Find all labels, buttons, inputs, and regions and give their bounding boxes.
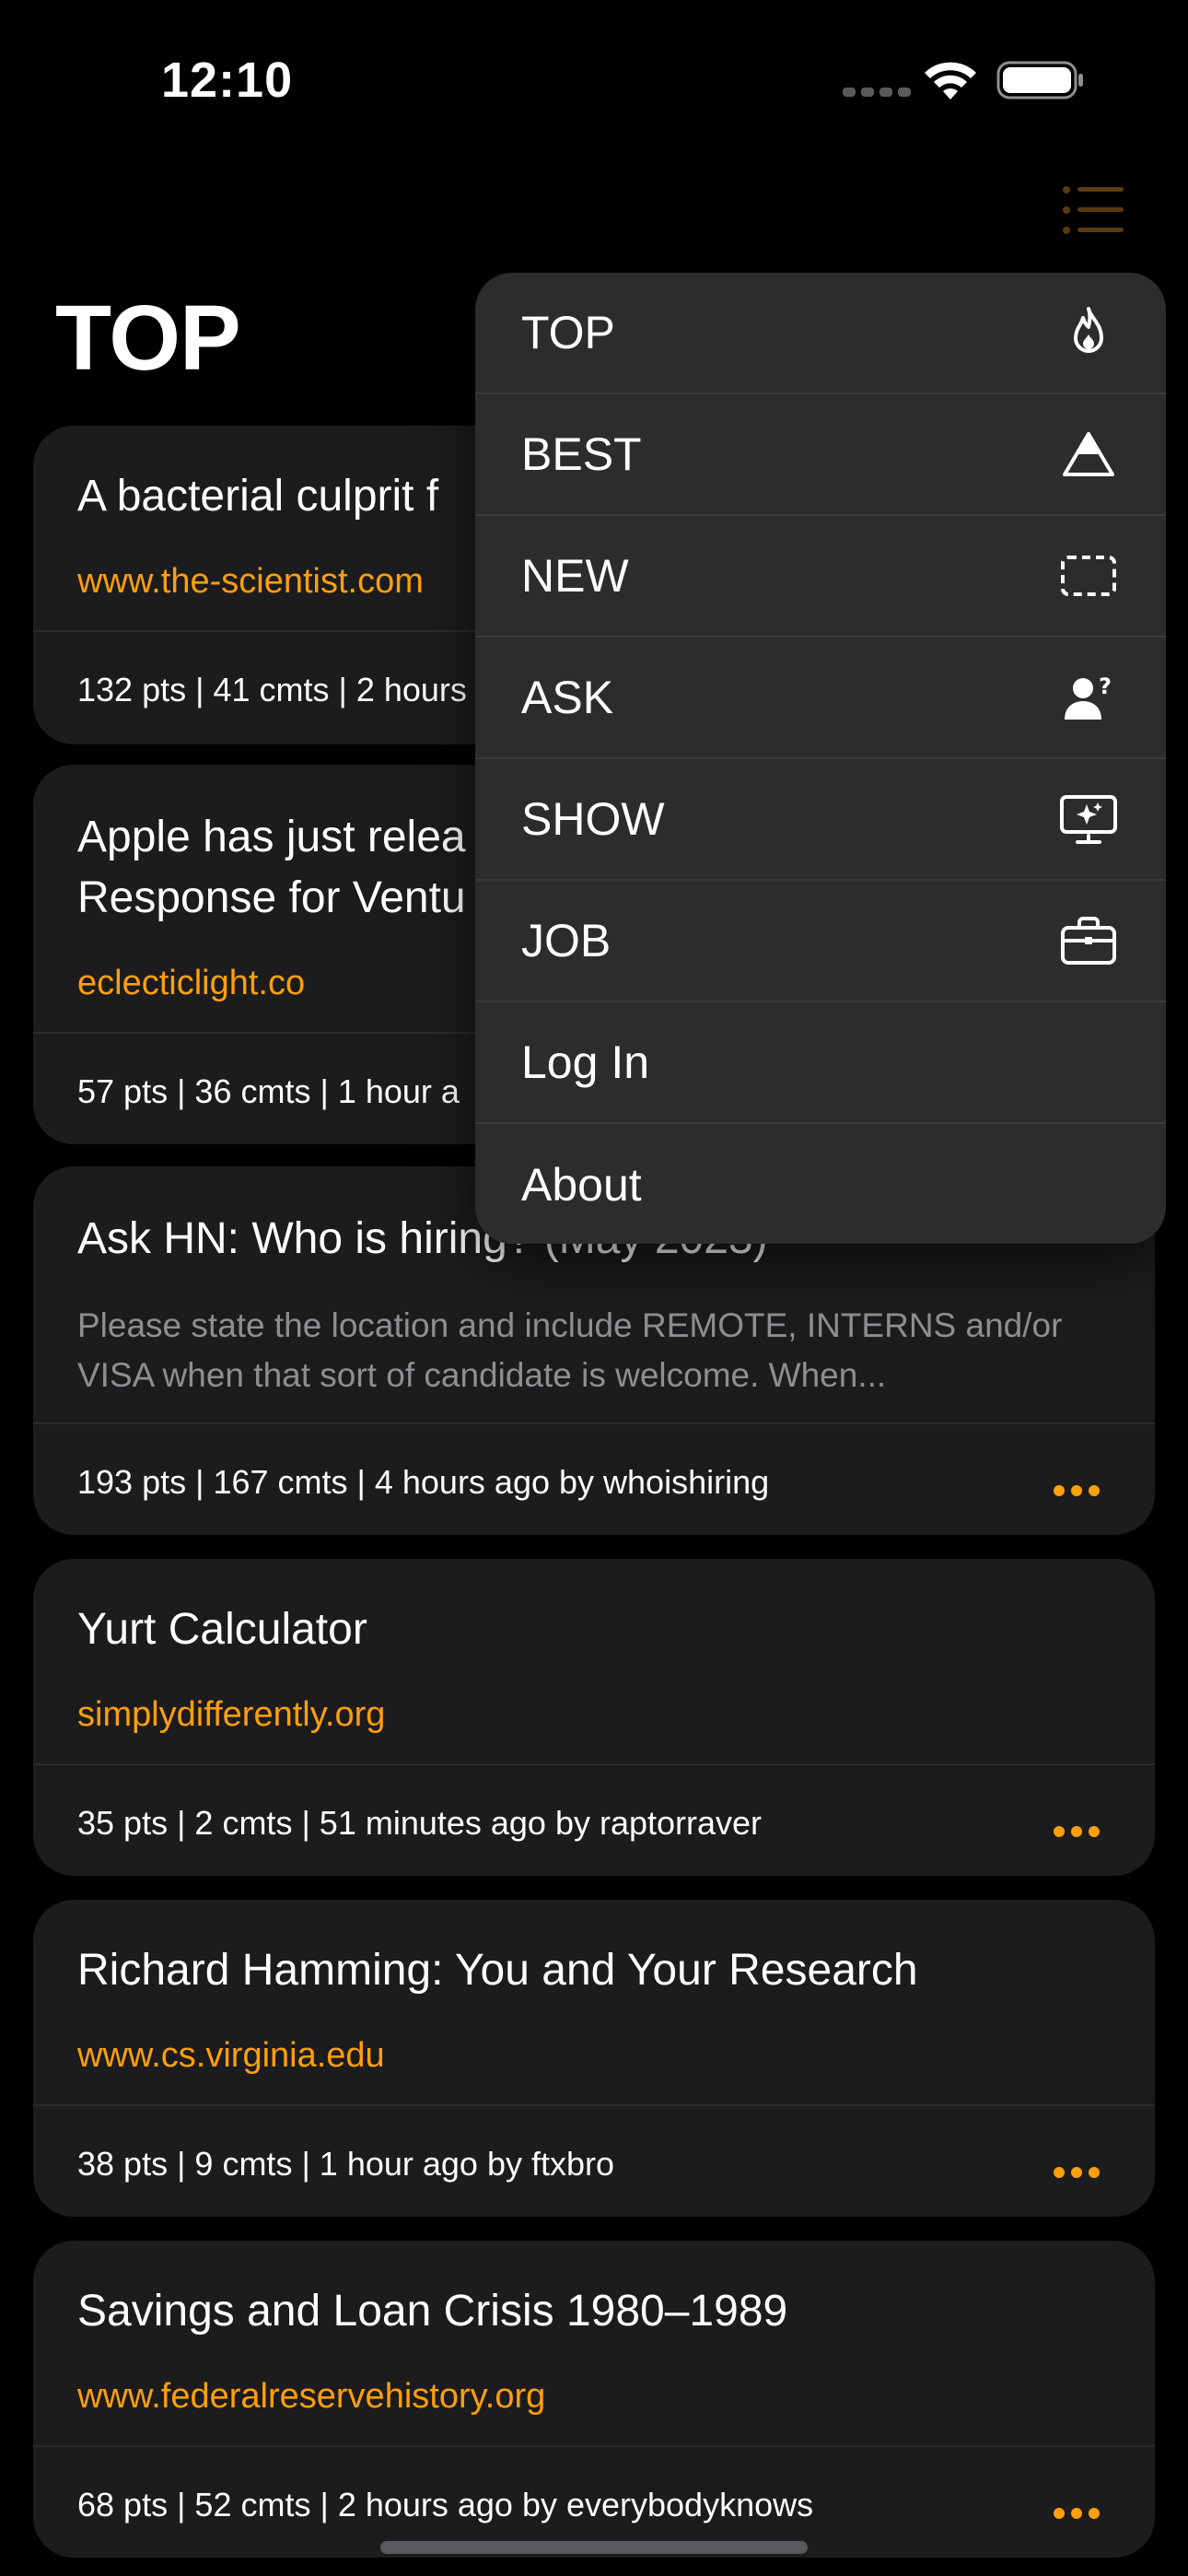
battery-icon xyxy=(996,61,1083,100)
page-title: TOP xyxy=(55,287,241,390)
more-options-icon[interactable] xyxy=(1054,2167,1100,2180)
wifi-icon xyxy=(925,62,976,100)
menu-item-label: About xyxy=(521,1159,642,1211)
card-divider xyxy=(33,2104,1155,2106)
story-card[interactable]: Savings and Loan Crisis 1980–1989 www.fe… xyxy=(33,2241,1155,2558)
story-meta: 132 pts | 41 cmts | 2 hours xyxy=(77,671,467,708)
story-meta: 57 pts | 36 cmts | 1 hour a xyxy=(77,1072,460,1110)
more-options-icon[interactable] xyxy=(1054,2508,1100,2521)
story-title: A bacterial culprit f xyxy=(77,472,439,521)
story-domain[interactable]: www.cs.virginia.edu xyxy=(77,2036,385,2076)
menu-item-job[interactable]: JOB xyxy=(475,881,1166,1002)
triangle-icon xyxy=(1063,432,1114,476)
story-title-line-1: Apple has just relea xyxy=(77,813,466,861)
story-title: Yurt Calculator xyxy=(77,1605,367,1654)
menu-item-label: ASK xyxy=(521,672,614,723)
feed-dropdown-menu: TOP BEST NEW ASK ? SHOW JOB Log In About xyxy=(475,273,1166,1244)
display-sparkle-icon xyxy=(1060,795,1117,844)
story-domain[interactable]: www.the-scientist.com xyxy=(77,562,424,602)
menu-item-new[interactable]: NEW xyxy=(475,516,1166,638)
story-title: Savings and Loan Crisis 1980–1989 xyxy=(77,2287,788,2336)
more-options-icon[interactable] xyxy=(1054,1485,1100,1498)
briefcase-icon xyxy=(1061,917,1116,965)
card-divider xyxy=(33,1763,1155,1765)
list-menu-icon[interactable] xyxy=(1059,184,1125,236)
status-bar: 12:10 xyxy=(0,0,1188,157)
story-title: Richard Hamming: You and Your Research xyxy=(77,1946,918,1995)
home-indicator[interactable] xyxy=(380,2541,808,2554)
flame-icon xyxy=(1074,307,1103,353)
status-time: 12:10 xyxy=(161,53,294,108)
menu-item-best[interactable]: BEST xyxy=(475,394,1166,516)
menu-item-label: JOB xyxy=(521,915,611,966)
card-divider xyxy=(33,1423,1155,1424)
story-domain[interactable]: simplydifferently.org xyxy=(77,1695,385,1735)
menu-item-log-in[interactable]: Log In xyxy=(475,1002,1166,1124)
story-meta: 68 pts | 52 cmts | 2 hours ago by everyb… xyxy=(77,2486,814,2523)
story-snippet: Please state the location and include RE… xyxy=(77,1306,1063,1394)
menu-item-ask[interactable]: ASK ? xyxy=(475,638,1166,759)
svg-text:?: ? xyxy=(1099,673,1112,699)
story-domain[interactable]: eclecticlight.co xyxy=(77,964,305,1003)
menu-item-show[interactable]: SHOW xyxy=(475,759,1166,881)
story-meta: 193 pts | 167 cmts | 4 hours ago by whoi… xyxy=(77,1463,770,1501)
more-options-icon[interactable] xyxy=(1054,1826,1100,1839)
dashed-rect-icon xyxy=(1061,556,1116,596)
story-meta: 35 pts | 2 cmts | 51 minutes ago by rapt… xyxy=(77,1804,763,1842)
story-meta: 38 pts | 9 cmts | 1 hour ago by ftxbro xyxy=(77,2145,614,2183)
app-screen: 12:10 TOP A bacterial culprit f www.the-… xyxy=(0,0,1188,2576)
cellular-signal-icon xyxy=(843,88,911,97)
story-domain[interactable]: www.federalreservehistory.org xyxy=(77,2377,545,2417)
story-card[interactable]: Richard Hamming: You and Your Research w… xyxy=(33,1900,1155,2217)
menu-item-label: Log In xyxy=(521,1036,650,1088)
person-question-icon: ? xyxy=(1065,673,1112,720)
menu-item-about[interactable]: About xyxy=(475,1124,1166,1244)
menu-item-label: BEST xyxy=(521,428,642,480)
menu-item-label: NEW xyxy=(521,550,629,602)
menu-item-label: TOP xyxy=(521,307,615,358)
story-title-line-2: Response for Ventu xyxy=(77,873,466,922)
story-card[interactable]: Yurt Calculator simplydifferently.org 35… xyxy=(33,1559,1155,1876)
menu-item-label: SHOW xyxy=(521,793,665,845)
menu-item-top[interactable]: TOP xyxy=(475,273,1166,394)
card-divider xyxy=(33,2445,1155,2447)
